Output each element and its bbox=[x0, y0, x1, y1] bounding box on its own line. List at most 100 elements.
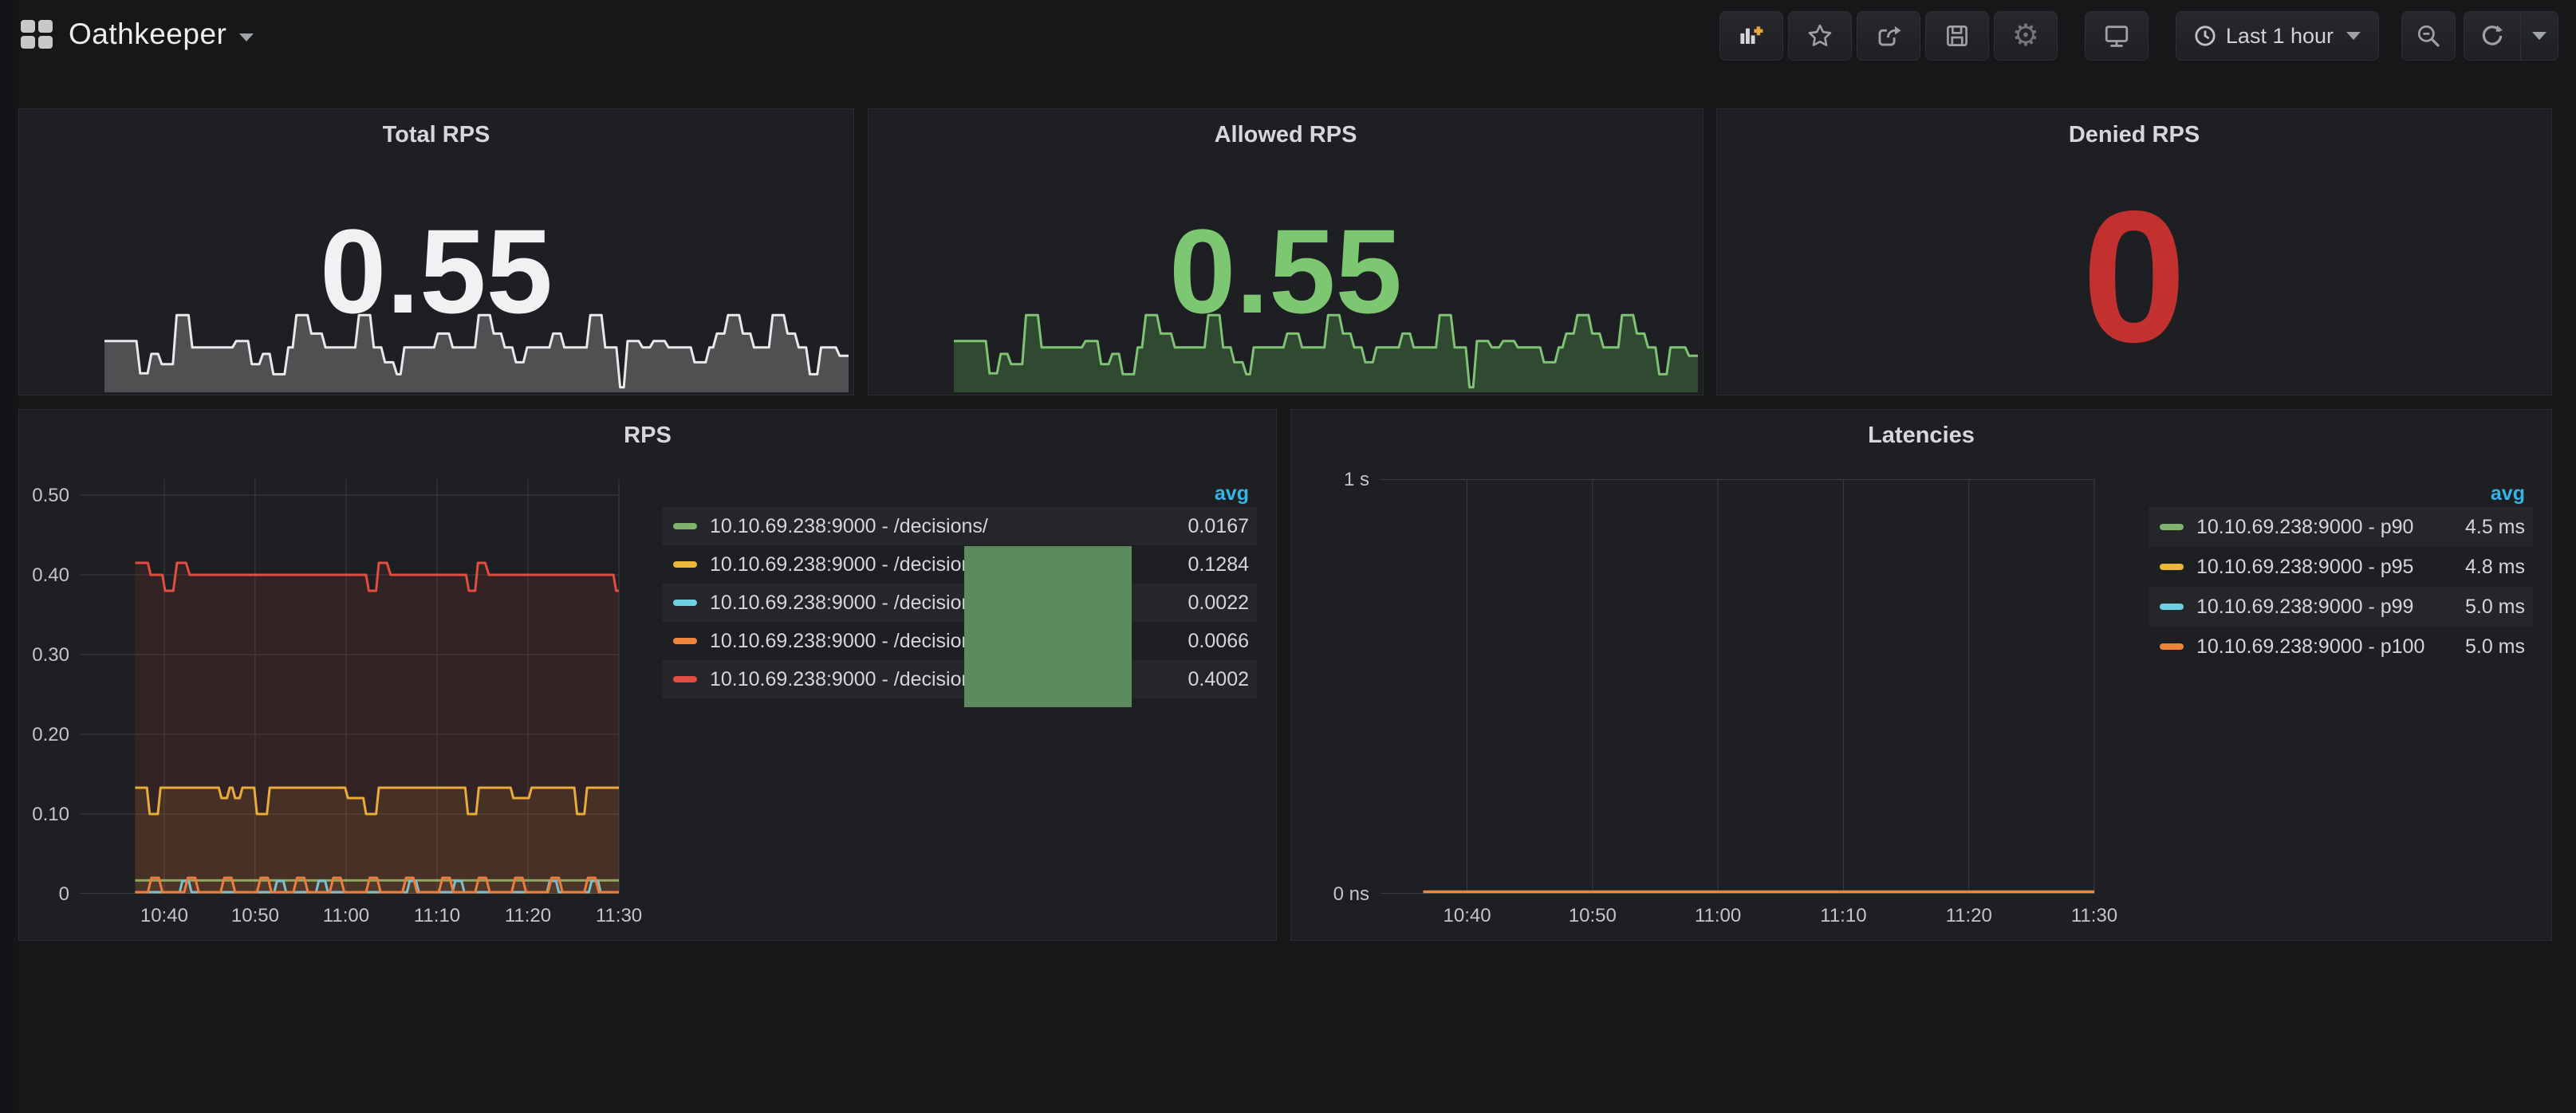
y-axis-tick-label: 0.10 bbox=[0, 804, 69, 826]
x-axis-tick-label: 10:40 bbox=[1444, 905, 1491, 927]
legend-row[interactable]: 10.10.69.238:9000 - /decisions/ 0.0066 bbox=[662, 622, 1257, 660]
legend-row[interactable]: 10.10.69.238:9000 - /decisions/ 0.0022 bbox=[662, 584, 1257, 622]
share-icon bbox=[1875, 22, 1902, 49]
refresh-icon bbox=[2479, 23, 2505, 49]
save-icon bbox=[1944, 22, 1971, 49]
x-axis-tick-label: 10:40 bbox=[140, 905, 188, 927]
refresh-group bbox=[2464, 11, 2558, 61]
toolbar: ⚙ Last 1 hour bbox=[1715, 11, 2558, 61]
legend-row[interactable]: 10.10.69.238:9000 - p100 5.0 ms bbox=[2149, 627, 2533, 667]
series-color-swatch[interactable] bbox=[2160, 564, 2184, 570]
series-avg-value: 5.0 ms bbox=[2465, 635, 2525, 659]
legend-avg-header[interactable]: avg bbox=[2149, 480, 2533, 507]
refresh-button[interactable] bbox=[2464, 11, 2521, 61]
series-avg-value: 5.0 ms bbox=[2465, 596, 2525, 619]
legend-row[interactable]: 10.10.69.238:9000 - /decisions/ 0.1284 bbox=[662, 545, 1257, 584]
series-label: 10.10.69.238:9000 - /decisions/ bbox=[710, 515, 988, 538]
series-color-swatch[interactable] bbox=[2160, 524, 2184, 530]
panel-denied-rps: Denied RPS 0 bbox=[1716, 108, 2552, 395]
monitor-icon bbox=[2103, 22, 2130, 49]
series-color-swatch[interactable] bbox=[2160, 604, 2184, 610]
series-avg-value: 4.8 ms bbox=[2465, 556, 2525, 579]
series-color-swatch[interactable] bbox=[673, 561, 697, 568]
add-panel-button[interactable] bbox=[1719, 11, 1783, 61]
green-overlay-artifact bbox=[964, 546, 1132, 707]
series-label: 10.10.69.238:9000 - p99 bbox=[2196, 596, 2413, 619]
series-avg-value: 0.4002 bbox=[1188, 668, 1249, 691]
x-axis-tick-label: 11:10 bbox=[1820, 905, 1866, 927]
star-icon bbox=[1806, 22, 1834, 49]
y-axis-tick-label: 0 bbox=[0, 883, 69, 906]
series-avg-value: 0.0167 bbox=[1188, 515, 1249, 538]
y-axis-tick-label: 0.40 bbox=[0, 564, 69, 587]
x-axis-tick-label: 10:50 bbox=[231, 905, 279, 927]
zoom-out-icon bbox=[2416, 23, 2441, 49]
legend-row[interactable]: 10.10.69.238:9000 - /decisions/ 0.4002 bbox=[662, 660, 1257, 698]
panel-title[interactable]: Latencies bbox=[1291, 423, 2551, 449]
series-color-swatch[interactable] bbox=[673, 676, 697, 682]
latencies-chart[interactable]: 10:4010:5011:0011:1011:2011:301 s0 ns bbox=[1381, 479, 2094, 894]
stat-value: 0 bbox=[1717, 183, 2551, 370]
panel-latencies-graph: Latencies 10:4010:5011:0011:1011:2011:30… bbox=[1290, 409, 2552, 941]
save-button[interactable] bbox=[1925, 11, 1989, 61]
y-axis-tick-label: 1 s bbox=[1296, 469, 1369, 491]
panel-title[interactable]: Allowed RPS bbox=[869, 122, 1703, 148]
series-color-swatch[interactable] bbox=[673, 638, 697, 644]
x-axis-tick-label: 11:10 bbox=[414, 905, 460, 927]
chevron-down-icon bbox=[2532, 32, 2546, 40]
panel-title[interactable]: Total RPS bbox=[19, 122, 853, 148]
legend-row[interactable]: 10.10.69.238:9000 - p95 4.8 ms bbox=[2149, 547, 2533, 587]
dashboard-title-button[interactable]: Oathkeeper bbox=[21, 18, 254, 51]
series-label: 10.10.69.238:9000 - /decisions/ bbox=[710, 630, 988, 653]
dashboard-grid-icon bbox=[21, 20, 53, 49]
grafana-dashboard: Oathkeeper bbox=[0, 0, 2576, 1113]
legend-row[interactable]: 10.10.69.238:9000 - p90 4.5 ms bbox=[2149, 507, 2533, 547]
rps-chart[interactable]: 10:4010:5011:0011:1011:2011:3000.100.200… bbox=[81, 479, 619, 894]
series-avg-value: 0.0022 bbox=[1188, 592, 1249, 615]
series-label: 10.10.69.238:9000 - /decisions/ bbox=[710, 668, 988, 691]
x-axis-tick-label: 11:30 bbox=[596, 905, 642, 927]
y-axis-tick-label: 0.30 bbox=[0, 644, 69, 667]
series-avg-value: 4.5 ms bbox=[2465, 516, 2525, 539]
series-avg-value: 0.0066 bbox=[1188, 630, 1249, 653]
series-color-swatch[interactable] bbox=[673, 600, 697, 606]
chevron-down-icon bbox=[239, 33, 254, 41]
panel-allowed-rps: Allowed RPS 0.55 bbox=[868, 108, 1704, 395]
x-axis-tick-label: 11:20 bbox=[505, 905, 551, 927]
x-axis-tick-label: 11:00 bbox=[323, 905, 369, 927]
series-avg-value: 0.1284 bbox=[1188, 553, 1249, 576]
series-label: 10.10.69.238:9000 - p100 bbox=[2196, 635, 2424, 659]
dashboard-title: Oathkeeper bbox=[69, 18, 226, 51]
x-axis-tick-label: 11:20 bbox=[1946, 905, 1992, 927]
series-color-swatch[interactable] bbox=[2160, 643, 2184, 650]
add-panel-icon bbox=[1738, 24, 1765, 48]
refresh-interval-button[interactable] bbox=[2521, 11, 2558, 61]
chevron-down-icon bbox=[2346, 32, 2361, 40]
settings-button[interactable]: ⚙ bbox=[1994, 11, 2058, 61]
stat-value: 0.55 bbox=[19, 211, 853, 331]
clock-icon bbox=[2194, 25, 2216, 47]
zoom-out-button[interactable] bbox=[2401, 11, 2456, 61]
panel-title[interactable]: RPS bbox=[19, 423, 1276, 449]
x-axis-tick-label: 11:30 bbox=[2071, 905, 2117, 927]
legend-row[interactable]: 10.10.69.238:9000 - p99 5.0 ms bbox=[2149, 587, 2533, 627]
y-axis-tick-label: 0.20 bbox=[0, 724, 69, 746]
x-axis-tick-label: 10:50 bbox=[1569, 905, 1617, 927]
series-label: 10.10.69.238:9000 - /decisions/ bbox=[710, 592, 988, 615]
time-range-label: Last 1 hour bbox=[2226, 24, 2334, 49]
panel-title[interactable]: Denied RPS bbox=[1717, 122, 2551, 148]
time-range-picker[interactable]: Last 1 hour bbox=[2176, 11, 2379, 61]
y-axis-tick-label: 0 ns bbox=[1296, 883, 1369, 906]
y-axis-tick-label: 0.50 bbox=[0, 485, 69, 507]
series-color-swatch[interactable] bbox=[673, 523, 697, 529]
x-axis-tick-label: 11:00 bbox=[1695, 905, 1741, 927]
legend-avg-header[interactable]: avg bbox=[662, 480, 1257, 507]
gear-icon: ⚙ bbox=[2012, 21, 2039, 51]
rps-legend: avg 10.10.69.238:9000 - /decisions/ 0.01… bbox=[662, 480, 1257, 698]
panel-rps-graph: RPS 10:4010:5011:0011:1011:2011:3000.100… bbox=[18, 409, 1277, 941]
share-button[interactable] bbox=[1857, 11, 1920, 61]
legend-row[interactable]: 10.10.69.238:9000 - /decisions/ 0.0167 bbox=[662, 507, 1257, 545]
navbar: Oathkeeper bbox=[0, 0, 2576, 77]
cycle-view-button[interactable] bbox=[2085, 11, 2149, 61]
star-button[interactable] bbox=[1788, 11, 1852, 61]
